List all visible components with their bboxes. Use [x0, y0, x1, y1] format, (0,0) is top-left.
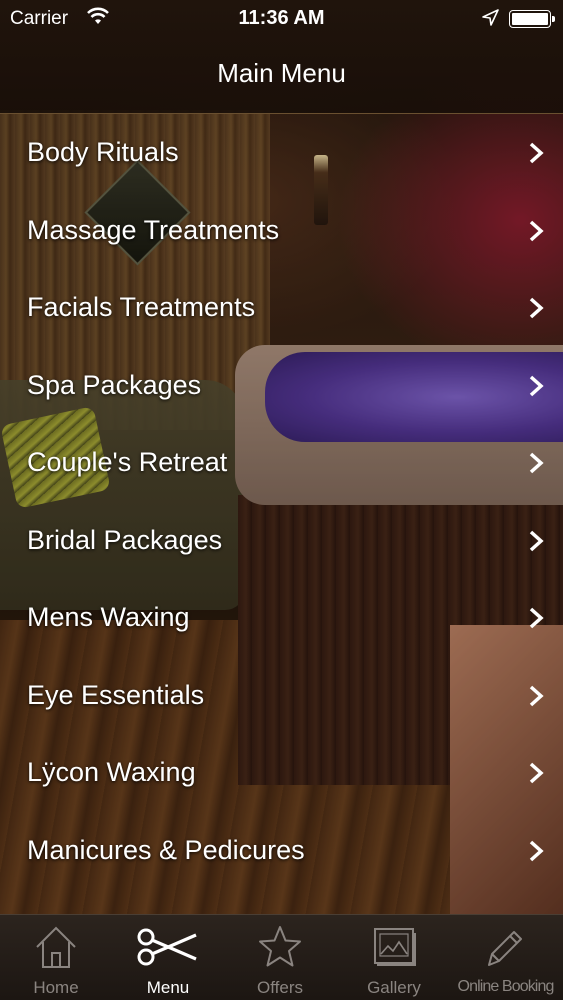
- battery-level: [512, 13, 548, 25]
- menu-item-manicures-pedicures[interactable]: Manicures & Pedicures: [0, 813, 563, 891]
- chevron-right-icon: [529, 762, 544, 784]
- menu-item-label: Bridal Packages: [27, 524, 223, 555]
- menu-item-massage-treatments[interactable]: Massage Treatments: [0, 193, 563, 271]
- chevron-right-icon: [529, 452, 544, 474]
- chevron-right-icon: [529, 375, 544, 396]
- star-icon: [259, 926, 301, 967]
- menu-item-bridal-packages[interactable]: Bridal Packages: [0, 503, 563, 581]
- menu-item-lycon-waxing[interactable]: Lÿcon Waxing: [0, 735, 563, 813]
- chevron-right-icon: [529, 840, 544, 861]
- chevron-right-icon: [529, 685, 544, 706]
- pencil-icon: [488, 931, 522, 966]
- menu-item-label: Facials Treatments: [27, 292, 256, 322]
- page-title: Main Menu: [217, 58, 346, 88]
- chevron-right-icon: [529, 530, 544, 551]
- scissors-icon: [137, 928, 197, 966]
- chevron-right-icon: [529, 220, 544, 241]
- chevron-right-icon: [529, 297, 544, 319]
- tab-online-booking[interactable]: Online Booking: [448, 915, 563, 1000]
- menu-item-facials-treatments[interactable]: Facials Treatments: [0, 270, 563, 348]
- tab-menu[interactable]: Menu: [112, 915, 224, 1000]
- menu-item-label: Body Rituals: [27, 137, 179, 167]
- chevron-right-icon: [529, 607, 544, 629]
- menu-item-label: Manicures & Pedicures: [27, 834, 305, 865]
- chevron-right-icon: [529, 142, 544, 164]
- menu-item-label: Couple's Retreat: [27, 447, 228, 477]
- menu-item-label: Spa Packages: [27, 369, 202, 400]
- tab-label: Online Booking: [457, 978, 555, 995]
- tab-gallery[interactable]: Gallery: [338, 915, 450, 1000]
- status-bar: Carrier 11:36 AM: [0, 0, 563, 38]
- menu-item-label: Eye Essentials: [27, 679, 205, 710]
- menu-item-eye-essentials[interactable]: Eye Essentials: [0, 658, 563, 736]
- location-arrow-icon: [482, 9, 499, 26]
- main-menu-list: Body Rituals Massage Treatments Facials …: [0, 115, 563, 890]
- menu-item-label: Massage Treatments: [27, 214, 280, 245]
- picture-icon: [374, 928, 416, 966]
- tab-home[interactable]: Home: [0, 915, 112, 1000]
- menu-item-mens-waxing[interactable]: Mens Waxing: [0, 580, 563, 658]
- menu-item-spa-packages[interactable]: Spa Packages: [0, 348, 563, 426]
- tab-label: Offers: [257, 978, 303, 997]
- clock: 11:36 AM: [238, 7, 325, 29]
- battery-icon: [509, 10, 555, 28]
- menu-item-couples-retreat[interactable]: Couple's Retreat: [0, 425, 563, 503]
- house-icon: [36, 926, 76, 968]
- menu-item-label: Lÿcon Waxing: [27, 757, 196, 787]
- tab-offers[interactable]: Offers: [224, 915, 336, 1000]
- menu-item-body-rituals[interactable]: Body Rituals: [0, 115, 563, 193]
- menu-item-label: Mens Waxing: [27, 602, 190, 632]
- tab-label: Menu: [146, 978, 190, 997]
- tab-label: Gallery: [367, 978, 421, 997]
- tab-bar: Home Menu Offers Gallery Online Booking: [0, 914, 563, 1000]
- tab-label: Home: [33, 978, 79, 997]
